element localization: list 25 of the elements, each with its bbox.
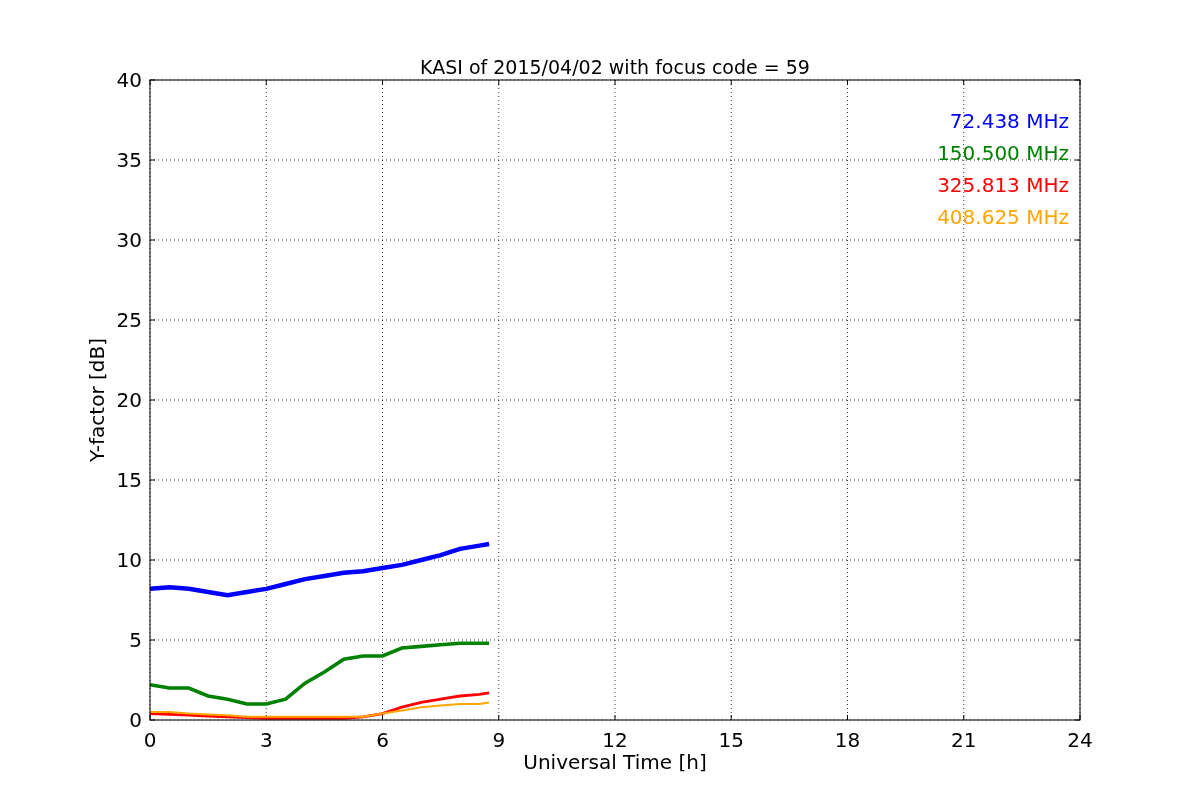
legend-label: 72.438 MHz: [949, 109, 1069, 133]
y-tick-label: 25: [116, 308, 142, 332]
legend-label: 150.500 MHz: [937, 141, 1069, 165]
y-axis-label: Y-factor [dB]: [85, 338, 109, 462]
y-tick-label: 30: [116, 228, 142, 252]
x-tick-label: 12: [602, 728, 628, 752]
chart-title: KASI of 2015/04/02 with focus code = 59: [420, 56, 810, 78]
y-tick-label: 5: [129, 628, 142, 652]
legend-label: 325.813 MHz: [937, 173, 1069, 197]
y-tick-label: 15: [116, 468, 142, 492]
y-tick-label: 0: [129, 708, 142, 732]
x-tick-label: 24: [1067, 728, 1093, 752]
x-tick-label: 6: [376, 728, 389, 752]
x-tick-label: 21: [951, 728, 977, 752]
legend-label: 408.625 MHz: [937, 205, 1069, 229]
x-tick-label: 0: [143, 728, 157, 752]
x-tick-label: 15: [718, 728, 744, 752]
x-axis-label: Universal Time [h]: [523, 750, 707, 774]
y-tick-label: 40: [116, 68, 142, 92]
x-tick-label: 9: [492, 728, 506, 752]
x-tick-label: 18: [834, 728, 861, 752]
x-tick-label: 3: [259, 728, 273, 752]
y-tick-label: 20: [116, 388, 142, 412]
y-tick-label: 10: [116, 548, 142, 572]
y-tick-label: 35: [116, 148, 142, 172]
